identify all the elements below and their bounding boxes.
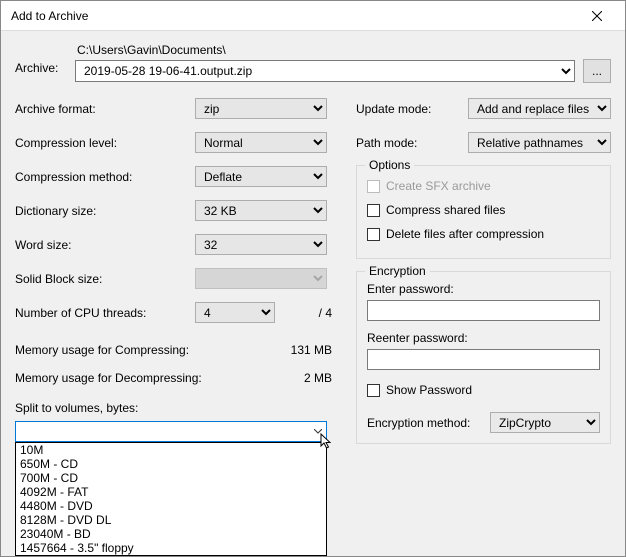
split-option[interactable]: 1457664 - 3.5" floppy	[16, 541, 326, 555]
show-password-label: Show Password	[386, 383, 472, 397]
reenter-password-label: Reenter password:	[367, 331, 600, 345]
cpu-threads-label: Number of CPU threads:	[15, 306, 195, 320]
path-mode-select[interactable]: Relative pathnames	[468, 132, 611, 153]
compression-method-select[interactable]: Deflate	[195, 166, 327, 187]
show-password-checkbox[interactable]	[367, 384, 380, 397]
word-size-select[interactable]: 32	[195, 234, 327, 255]
split-volumes-label: Split to volumes, bytes:	[15, 401, 338, 415]
archive-format-label: Archive format:	[15, 102, 195, 116]
close-icon	[592, 11, 602, 21]
word-size-label: Word size:	[15, 238, 195, 252]
split-option[interactable]: 4092M - FAT	[16, 485, 326, 499]
mem-decompress-label: Memory usage for Decompressing:	[15, 371, 278, 385]
solid-block-size-label: Solid Block size:	[15, 272, 195, 286]
mem-compress-label: Memory usage for Compressing:	[15, 343, 278, 357]
split-volumes-dropdown: 10M 650M - CD 700M - CD 4092M - FAT 4480…	[15, 442, 327, 556]
update-mode-label: Update mode:	[356, 102, 468, 116]
cpu-threads-total: / 4	[319, 306, 338, 320]
path-mode-label: Path mode:	[356, 136, 468, 150]
titlebar: Add to Archive	[1, 1, 625, 31]
split-option[interactable]: 8128M - DVD DL	[16, 513, 326, 527]
split-option[interactable]: 10M	[16, 443, 326, 457]
compression-level-label: Compression level:	[15, 136, 195, 150]
window-title: Add to Archive	[11, 9, 577, 23]
compress-shared-label: Compress shared files	[386, 203, 505, 217]
add-to-archive-dialog: Add to Archive Archive: C:\Users\Gavin\D…	[0, 0, 626, 557]
options-legend: Options	[365, 158, 414, 172]
split-option[interactable]: 650M - CD	[16, 457, 326, 471]
dialog-body: Archive: C:\Users\Gavin\Documents\ 2019-…	[1, 31, 625, 556]
archive-format-select[interactable]: zip	[195, 98, 327, 119]
delete-after-label: Delete files after compression	[386, 227, 544, 241]
encryption-legend: Encryption	[365, 264, 430, 278]
mem-compress-value: 131 MB	[278, 343, 338, 357]
encryption-method-label: Encryption method:	[367, 416, 484, 430]
mem-decompress-value: 2 MB	[278, 371, 338, 385]
archive-filename-combo[interactable]: 2019-05-28 19-06-41.output.zip	[75, 60, 575, 82]
dictionary-size-select[interactable]: 32 KB	[195, 200, 327, 221]
browse-button[interactable]: ...	[583, 59, 611, 83]
archive-path: C:\Users\Gavin\Documents\	[75, 43, 611, 57]
sfx-checkbox	[367, 180, 380, 193]
split-option[interactable]: 4480M - DVD	[16, 499, 326, 513]
enter-password-input[interactable]	[367, 300, 600, 321]
update-mode-select[interactable]: Add and replace files	[468, 98, 611, 119]
sfx-label: Create SFX archive	[386, 179, 491, 193]
reenter-password-input[interactable]	[367, 349, 600, 370]
compression-method-label: Compression method:	[15, 170, 195, 184]
solid-block-size-select	[195, 268, 327, 289]
options-group: Options Create SFX archive Compress shar…	[356, 165, 611, 259]
archive-label: Archive:	[15, 43, 75, 75]
split-volumes-combo[interactable]	[15, 421, 327, 442]
ellipsis-icon: ...	[592, 64, 602, 78]
encryption-method-select[interactable]: ZipCrypto	[490, 412, 600, 433]
mouse-cursor-icon	[320, 433, 336, 451]
dictionary-size-label: Dictionary size:	[15, 204, 195, 218]
cpu-threads-select[interactable]: 4	[195, 302, 275, 323]
enter-password-label: Enter password:	[367, 282, 600, 296]
split-option[interactable]: 700M - CD	[16, 471, 326, 485]
close-button[interactable]	[577, 2, 617, 30]
compress-shared-checkbox[interactable]	[367, 204, 380, 217]
compression-level-select[interactable]: Normal	[195, 132, 327, 153]
split-option[interactable]: 23040M - BD	[16, 527, 326, 541]
encryption-group: Encryption Enter password: Reenter passw…	[356, 271, 611, 444]
delete-after-checkbox[interactable]	[367, 228, 380, 241]
